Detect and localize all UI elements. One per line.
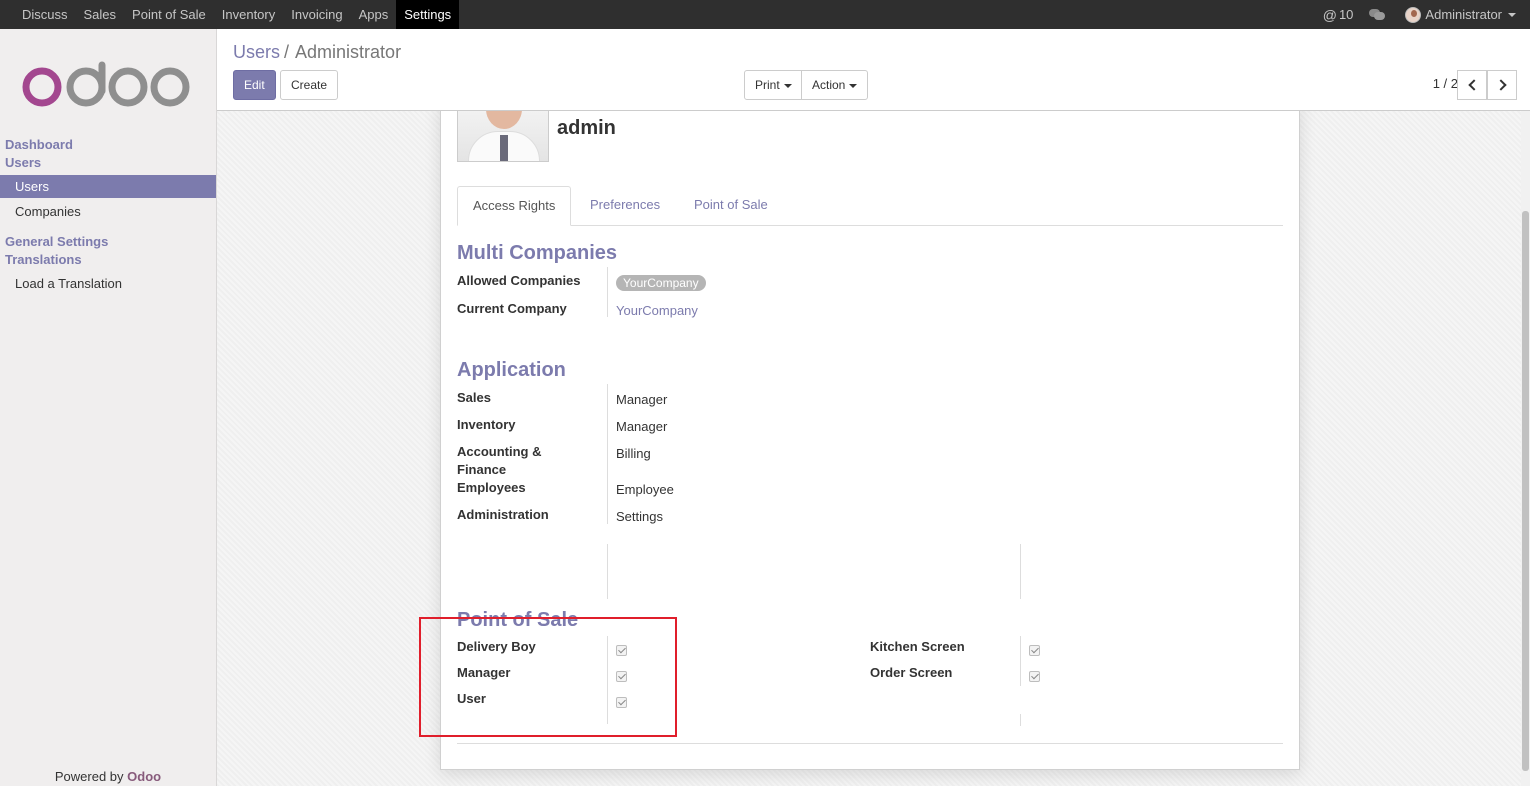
at-icon: @ [1322,6,1337,23]
action-button[interactable]: Action [801,70,869,100]
allowed-companies-label: Allowed Companies [457,273,581,288]
pager-value: 1 / 2 [1432,76,1458,91]
sales-label: Sales [457,390,491,405]
caret-down-icon [1508,12,1516,17]
administration-value[interactable]: Settings [616,509,663,524]
chevron-left-icon [1467,79,1480,91]
menu-discuss[interactable]: Discuss [14,0,76,29]
column-divider [607,384,608,524]
print-button[interactable]: Print [744,70,803,100]
application-title: Application [457,359,566,381]
tab-point-of-sale[interactable]: Point of Sale [679,186,783,226]
column-divider [607,544,608,599]
column-divider [1020,636,1021,686]
sales-value[interactable]: Manager [616,392,667,407]
kitchen-screen-label: Kitchen Screen [870,639,965,654]
control-panel: Users / Administrator Edit Create Print Ac… [217,29,1530,111]
powered-by: Powered by Odoo [0,769,216,784]
print-label: Print [755,78,780,92]
top-navbar: Discuss Sales Point of Sale Inventory In… [0,0,1530,29]
breadcrumb: Users / Administrator [233,42,401,63]
pager-next-button[interactable] [1487,70,1517,100]
breadcrumb-current: Administrator [295,42,402,62]
form-divider [457,743,1283,744]
user-name: Administrator [1425,7,1502,22]
form-view: admin Access Rights Preferences Point of… [217,111,1530,786]
scrollbar[interactable] [1521,111,1530,786]
tab-preferences[interactable]: Preferences [575,186,675,226]
menu-inventory[interactable]: Inventory [214,0,283,29]
inventory-label: Inventory [457,417,516,432]
scrollbar-thumb[interactable] [1522,211,1529,771]
order-screen-label: Order Screen [870,665,953,680]
action-label: Action [812,78,846,92]
column-divider [1020,714,1021,726]
app-menu: Discuss Sales Point of Sale Inventory In… [0,0,460,29]
sidebar-item-companies[interactable]: Companies [0,200,216,223]
sidebar-item-load-translation[interactable]: Load a Translation [0,272,216,295]
multi-companies-title: Multi Companies [457,242,618,264]
create-button[interactable]: Create [280,70,339,100]
sidebar-section-translations[interactable]: Translations [5,252,82,267]
current-company-value[interactable]: YourCompany [616,303,698,318]
chat-icon[interactable] [1369,9,1386,20]
caret-down-icon [849,83,858,88]
accounting-finance-label: Accounting & Finance [457,444,542,477]
sidebar-section-users[interactable]: Users [5,155,41,170]
inventory-value[interactable]: Manager [616,419,667,434]
sidebar-section-dashboard[interactable]: Dashboard [5,137,73,152]
current-company-label: Current Company [457,301,567,316]
mentions-count: 10 [1338,7,1354,22]
menu-invoicing[interactable]: Invoicing [283,0,350,29]
breadcrumb-separator: / [284,42,290,62]
caret-down-icon [783,83,792,88]
column-divider [607,267,608,317]
chevron-right-icon [1494,79,1507,91]
kitchen-screen-checkbox[interactable] [1029,645,1040,656]
allowed-company-tag[interactable]: YourCompany [616,275,706,291]
powered-by-label: Powered by [54,769,124,784]
administration-label: Administration [457,507,549,522]
menu-sales[interactable]: Sales [76,0,125,29]
pager-previous-button[interactable] [1457,70,1487,100]
accounting-finance-value[interactable]: Billing [616,446,651,461]
menu-apps[interactable]: Apps [351,0,397,29]
column-divider [1020,544,1021,599]
menu-point-of-sale[interactable]: Point of Sale [124,0,214,29]
user-menu[interactable]: Administrator [1399,6,1530,23]
menu-settings[interactable]: Settings [396,0,460,29]
breadcrumb-users[interactable]: Users [233,42,280,62]
order-screen-checkbox[interactable] [1029,671,1040,682]
sidebar-section-general-settings[interactable]: General Settings [5,234,108,249]
user-name-field: admin [557,117,616,139]
user-photo[interactable] [457,111,549,162]
employees-label: Employees [457,480,526,495]
sidebar-item-users[interactable]: Users [0,175,216,198]
employees-value[interactable]: Employee [616,482,674,497]
avatar [1405,6,1422,23]
notebook-tabs: Access Rights Preferences Point of Sale [457,186,1283,226]
sidebar: Dashboard Users Users Companies General … [0,29,217,786]
systray: @ 10 Administrator [1317,0,1530,29]
tab-access-rights[interactable]: Access Rights [457,186,572,226]
edit-button[interactable]: Edit [233,70,276,100]
powered-by-brand[interactable]: Odoo [127,769,161,784]
mentions-button[interactable]: @ 10 [1317,7,1360,23]
odoo-logo[interactable] [22,61,192,109]
highlight-box [419,617,677,737]
